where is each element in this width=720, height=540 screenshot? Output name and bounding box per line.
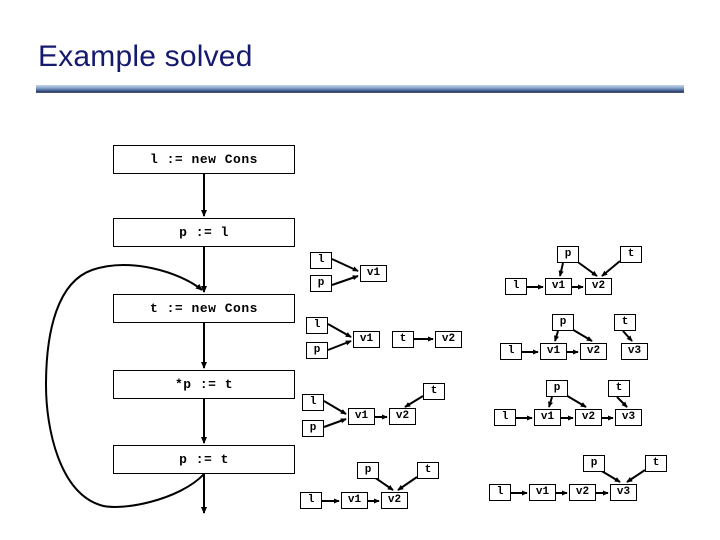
node-l: l <box>489 484 511 501</box>
node-l: l <box>505 278 527 295</box>
node-v3: v3 <box>621 343 648 360</box>
node-p: p <box>310 275 332 292</box>
node-t: t <box>645 455 667 472</box>
node-t: t <box>417 462 439 479</box>
node-v1: v1 <box>348 408 375 425</box>
node-t: t <box>423 383 445 400</box>
node-t: t <box>620 246 642 263</box>
node-v3: v3 <box>610 484 637 501</box>
node-v3: v3 <box>615 409 642 426</box>
node-v2: v2 <box>575 409 602 426</box>
node-l: l <box>310 252 332 269</box>
node-p: p <box>306 342 328 359</box>
node-v1: v1 <box>529 484 556 501</box>
node-v2: v2 <box>580 343 607 360</box>
stmt-new-cons-t[interactable]: t := new Cons <box>113 294 295 323</box>
node-l: l <box>302 394 324 411</box>
stmt-p-assign-t[interactable]: p := t <box>113 445 295 474</box>
node-p: p <box>557 246 579 263</box>
node-l: l <box>306 317 328 334</box>
node-v2: v2 <box>569 484 596 501</box>
node-p: p <box>583 455 605 472</box>
node-t: t <box>392 331 414 348</box>
node-p: p <box>302 420 324 437</box>
node-v1: v1 <box>545 278 572 295</box>
node-l: l <box>300 492 322 509</box>
node-p: p <box>552 314 574 331</box>
node-v1: v1 <box>341 492 368 509</box>
node-v2: v2 <box>389 408 416 425</box>
node-p: p <box>357 462 379 479</box>
node-t: t <box>608 380 630 397</box>
node-t: t <box>614 314 636 331</box>
node-v2: v2 <box>435 331 462 348</box>
node-v2: v2 <box>585 278 612 295</box>
node-l: l <box>500 343 522 360</box>
slide-canvas: Example solved l:= new Cons p:= l t:=… <box>0 0 720 540</box>
node-v1: v1 <box>360 265 387 282</box>
stmt-p-assign-l[interactable]: p := l <box>113 218 295 247</box>
node-v2: v2 <box>381 492 408 509</box>
node-p: p <box>546 380 568 397</box>
node-v1: v1 <box>534 409 561 426</box>
node-l: l <box>494 409 516 426</box>
title-divider <box>36 85 684 93</box>
stmt-new-cons-l[interactable]: l := new Cons <box>113 145 295 174</box>
node-v1: v1 <box>353 331 380 348</box>
stmt-star-p-assign-t[interactable]: *p := t <box>113 370 295 399</box>
node-v1: v1 <box>540 343 567 360</box>
page-title: Example solved <box>38 40 253 73</box>
